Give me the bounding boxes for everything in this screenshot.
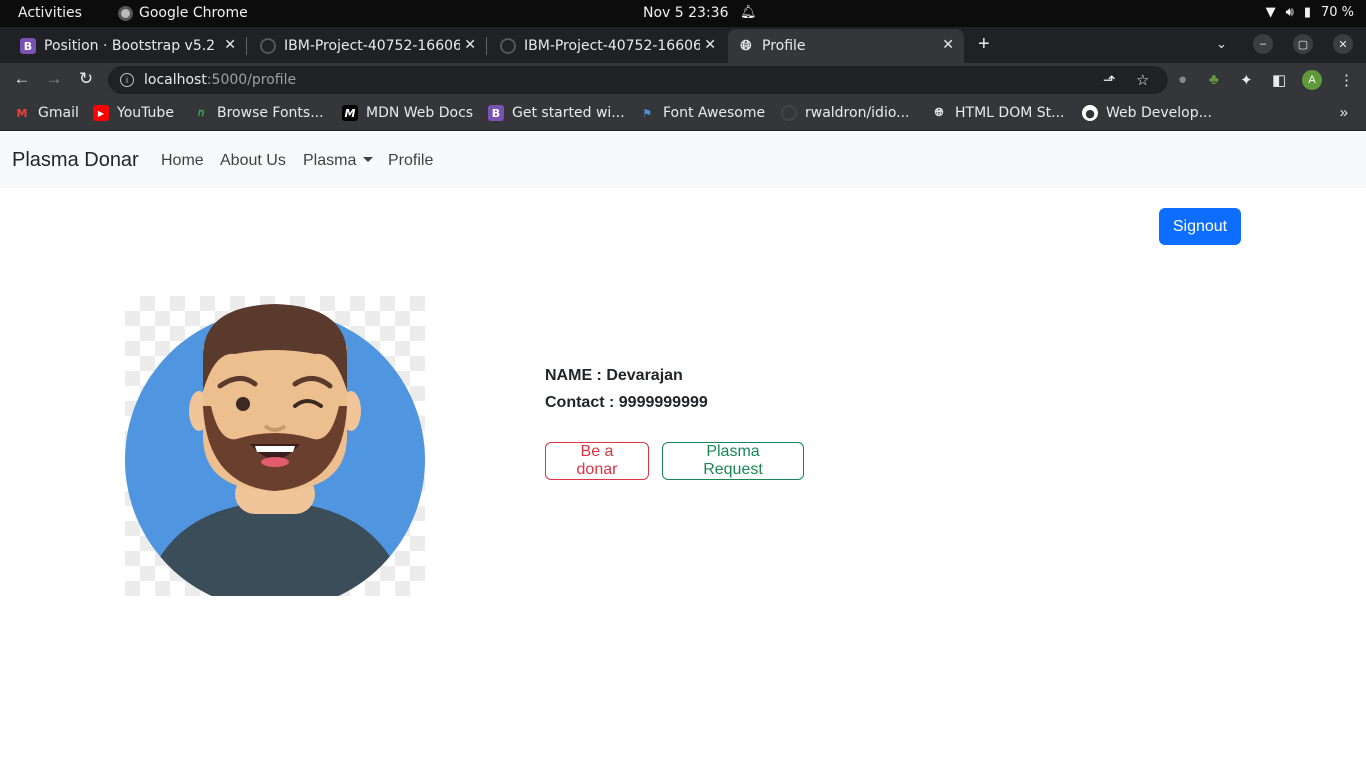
github-icon <box>260 38 276 54</box>
profile-name: NAME : Devarajan <box>545 367 683 384</box>
tab-profile[interactable]: 🌐︎ Profile ✕ <box>728 29 964 63</box>
bell-icon: 🔔︎ <box>740 5 757 20</box>
google-fonts-icon: 𝑛 <box>198 106 204 119</box>
url-path: :5000/profile <box>206 72 297 88</box>
globe-icon: 🌐︎ <box>934 106 944 119</box>
navbar-brand[interactable]: Plasma Donar <box>12 149 139 172</box>
nav-plasma-dropdown[interactable]: Plasma <box>303 152 374 170</box>
caret-down-icon <box>363 157 374 162</box>
avatar-illustration <box>125 304 425 610</box>
flag-icon: ⚑ <box>642 106 652 120</box>
wifi-icon: ▼ <box>1265 5 1276 20</box>
tab-ibm-project-1[interactable]: IBM-Project-40752-166063 ✕ <box>246 29 486 63</box>
tab-bootstrap-position[interactable]: B Position · Bootstrap v5.2 ✕ <box>0 29 246 63</box>
close-icon[interactable]: ✕ <box>464 37 476 53</box>
close-icon[interactable]: ✕ <box>942 37 954 53</box>
site-info-icon[interactable]: i <box>120 73 134 87</box>
be-a-donar-button[interactable]: Be a donar <box>545 442 649 480</box>
side-panel-icon[interactable]: ◧ <box>1272 71 1286 89</box>
volume-icon: 🔊︎ <box>1285 5 1294 20</box>
bookmark-label: Browse Fonts... <box>217 105 324 121</box>
forward-icon[interactable]: → <box>43 69 65 89</box>
bookmark-gmail[interactable]: M Gmail <box>14 105 79 121</box>
bookmark-label: Gmail <box>38 105 79 121</box>
bookmark-label: Web Develop... <box>1106 105 1212 121</box>
tab-title: Profile <box>762 38 806 54</box>
system-tray[interactable]: ▼ 🔊︎ ▮ 70 % <box>1266 5 1354 20</box>
window-close-button[interactable]: ✕ <box>1333 34 1353 54</box>
github-icon <box>781 105 797 121</box>
profile-contact: Contact : 9999999999 <box>545 394 708 411</box>
extensions-puzzle-icon[interactable]: ✦ <box>1240 71 1253 89</box>
back-icon[interactable]: ← <box>11 69 33 89</box>
reload-icon[interactable]: ↻ <box>75 69 97 89</box>
site-navbar: Plasma Donar Home About Us Plasma Profil… <box>0 132 1366 188</box>
clock[interactable]: Nov 5 23:36 <box>643 5 728 21</box>
close-icon[interactable]: ✕ <box>704 37 716 53</box>
nav-home[interactable]: Home <box>161 152 204 170</box>
star-icon[interactable]: ☆ <box>1136 71 1149 89</box>
page-content: Plasma Donar Home About Us Plasma Profil… <box>0 132 1366 768</box>
bookmark-html-dom[interactable]: 🌐︎ HTML DOM St... <box>931 105 1065 121</box>
maximize-button[interactable]: ▢ <box>1293 34 1313 54</box>
tab-title: IBM-Project-40752-166063 <box>284 38 460 54</box>
plasma-request-button[interactable]: Plasma Request <box>662 442 804 480</box>
tree-extension-icon[interactable]: ♣ <box>1209 71 1219 88</box>
account-avatar[interactable]: A <box>1302 70 1322 90</box>
signout-button[interactable]: Signout <box>1159 208 1241 245</box>
tab-title: IBM-Project-40752-166063 <box>524 38 700 54</box>
extension-dot-icon[interactable]: ● <box>1178 71 1187 88</box>
tab-title: Position · Bootstrap v5.2 <box>44 38 216 54</box>
menu-kebab-icon[interactable]: ⋮ <box>1339 71 1354 89</box>
bookmark-label: YouTube <box>117 105 174 121</box>
gmail-icon: M <box>16 106 28 120</box>
bookmark-mdn[interactable]: M MDN Web Docs <box>342 105 473 121</box>
bookmark-label: MDN Web Docs <box>366 105 474 121</box>
app-menu[interactable]: Google Chrome <box>118 5 248 21</box>
bookmarks-bar: M Gmail ▶ YouTube 𝑛 Browse Fonts... M MDN We… <box>0 97 1366 131</box>
bootstrap-icon: B <box>20 38 36 54</box>
activities-button[interactable]: Activities <box>18 5 82 21</box>
tab-ibm-project-2[interactable]: IBM-Project-40752-166063 ✕ <box>486 29 726 63</box>
bookmark-get-started[interactable]: B Get started wi... <box>488 105 625 121</box>
share-icon[interactable]: ⬏ <box>1103 71 1116 89</box>
bookmark-font-awesome[interactable]: ⚑ Font Awesome <box>639 105 765 121</box>
chrome-icon <box>118 5 133 21</box>
bookmark-label: rwaldron/idio... <box>805 105 910 121</box>
battery-icon: ▮ <box>1303 5 1311 20</box>
bookmark-rwaldron[interactable]: rwaldron/idio... <box>781 105 910 121</box>
nav-about-us[interactable]: About Us <box>220 152 286 170</box>
bookmark-browse-fonts[interactable]: 𝑛 Browse Fonts... <box>193 105 324 121</box>
browser-toolbar: ← → ↻ i localhost:5000/profile ⬏ ☆ ● ♣ ✦… <box>0 63 1366 97</box>
tab-strip: B Position · Bootstrap v5.2 ✕ IBM-Projec… <box>0 27 1366 63</box>
address-bar[interactable]: i localhost:5000/profile <box>108 66 1168 94</box>
bookmark-label: HTML DOM St... <box>955 105 1065 121</box>
minimize-button[interactable]: – <box>1253 34 1273 54</box>
bookmark-icon: ● <box>1082 105 1098 121</box>
app-name: Google Chrome <box>139 5 248 21</box>
bootstrap-icon: B <box>488 105 504 121</box>
avatar <box>125 296 425 610</box>
bookmark-label: Font Awesome <box>663 105 766 121</box>
url-host: localhost <box>144 72 207 88</box>
more-bookmarks-icon[interactable]: » <box>1340 104 1348 121</box>
nav-profile[interactable]: Profile <box>388 152 433 170</box>
bookmark-youtube[interactable]: ▶ YouTube <box>93 105 174 121</box>
tab-search-icon[interactable]: ⌄ <box>1216 36 1227 52</box>
youtube-icon: ▶ <box>93 105 109 121</box>
battery-percent: 70 % <box>1320 5 1354 20</box>
bookmark-web-develop[interactable]: ● Web Develop... <box>1082 105 1212 121</box>
nav-plasma-label: Plasma <box>303 152 357 169</box>
new-tab-button[interactable]: + <box>978 33 990 56</box>
close-icon[interactable]: ✕ <box>224 37 236 53</box>
os-top-bar: Activities Google Chrome Nov 5 23:36 🔔︎ … <box>0 0 1366 27</box>
github-icon <box>500 38 516 54</box>
mdn-icon: M <box>342 105 358 121</box>
globe-icon: 🌐︎ <box>740 38 752 54</box>
bookmark-label: Get started wi... <box>512 105 625 121</box>
